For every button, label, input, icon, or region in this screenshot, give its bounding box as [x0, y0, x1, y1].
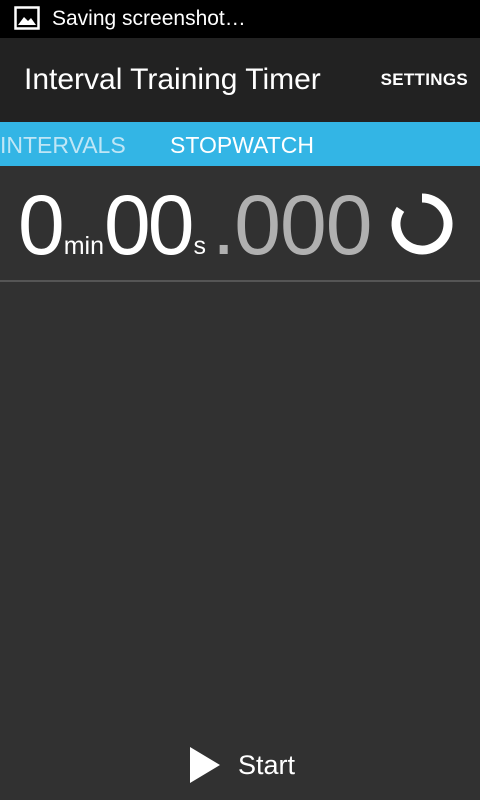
notification-text: Saving screenshot… [52, 7, 246, 30]
milliseconds-value: .000 [211, 178, 373, 272]
elapsed-time: 0 min 00 s .000 [18, 178, 373, 272]
progress-ring-icon [390, 192, 454, 256]
app-title: Interval Training Timer [24, 63, 321, 96]
app-screen: Saving screenshot… Interval Training Tim… [0, 0, 480, 800]
start-label: Start [238, 750, 296, 780]
decimal-separator: . [211, 178, 235, 272]
action-bar: Interval Training Timer SETTINGS [0, 38, 480, 122]
play-icon [188, 746, 222, 784]
status-bar: Saving screenshot… [0, 0, 480, 38]
divider [0, 280, 480, 282]
tab-strip: INTERVALS STOPWATCH [0, 122, 480, 166]
settings-button[interactable]: SETTINGS [381, 68, 468, 92]
milliseconds-digits: 000 [234, 178, 372, 272]
tab-intervals[interactable]: INTERVALS [0, 131, 126, 159]
seconds-value: 00 [104, 178, 194, 272]
start-button[interactable]: Start [188, 742, 295, 788]
minutes-value: 0 [18, 178, 65, 272]
stopwatch-display: 0 min 00 s .000 [0, 166, 480, 280]
seconds-unit: s [193, 232, 206, 260]
image-icon [14, 6, 40, 30]
tab-stopwatch[interactable]: STOPWATCH [170, 131, 314, 159]
minutes-unit: min [63, 232, 105, 260]
